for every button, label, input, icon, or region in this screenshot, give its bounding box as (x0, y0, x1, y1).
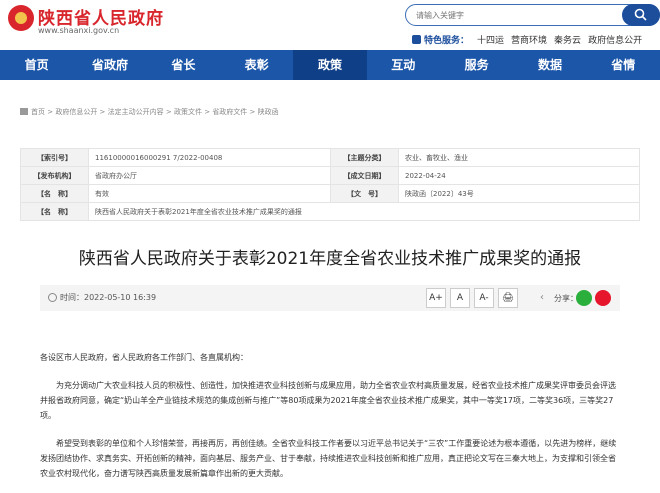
nav-province-info[interactable]: 省情 (587, 50, 660, 80)
meta-value: 2022-04-24 (398, 166, 640, 185)
breadcrumb-shaanzhenghan[interactable]: 陕政函 (258, 108, 279, 116)
nav-policy[interactable]: 政策 (293, 50, 367, 80)
search-box (405, 4, 660, 26)
search-icon (634, 8, 647, 21)
article-paragraph: 各设区市人民政府，省人民政府各工作部门、各直属机构： (40, 353, 248, 362)
meta-value: 农业、畜牧业、渔业 (398, 148, 640, 167)
search-input[interactable] (416, 8, 616, 23)
meta-key: 【名 称】 (20, 202, 89, 221)
breadcrumb: 首页 > 政府信息公开 > 法定主动公开内容 > 政策文件 > 省政府文件 > … (20, 107, 279, 117)
meta-value: 陕政函〔2022〕43号 (398, 184, 640, 203)
service-icon (412, 35, 421, 44)
share-icon: ‹ (540, 292, 544, 303)
quick-link-gov-info[interactable]: 政府信息公开 (588, 36, 642, 46)
meta-value: 有效 (88, 184, 331, 203)
article-paragraph: 希望受到表彰的单位和个人珍惜荣誉，再接再厉，再创佳绩。全省农业科技工作者要以习近… (40, 439, 617, 478)
meta-key: 【索引号】 (20, 148, 89, 167)
meta-value: 陕西省人民政府关于表彰2021年度全省农业技术推广成果奖的通报 (88, 202, 640, 221)
nav-governor[interactable]: 省长 (147, 50, 220, 80)
meta-row: 【发布机构】 省政府办公厅 【成文日期】 2022-04-24 (20, 166, 640, 185)
quick-link-qinwuyun[interactable]: 秦务云 (554, 36, 581, 46)
meta-row: 【索引号】 11610000016000291 7/2022-00408 【主题… (20, 148, 640, 167)
meta-value: 11610000016000291 7/2022-00408 (88, 148, 331, 167)
share-label: 分享： (554, 294, 578, 303)
document-meta-table: 【索引号】 11610000016000291 7/2022-00408 【主题… (20, 148, 640, 221)
search-button[interactable] (622, 4, 660, 26)
national-emblem-icon (8, 5, 34, 31)
site-url: www.shaanxi.gov.cn (38, 26, 120, 35)
meta-key: 【文 号】 (330, 184, 399, 203)
weibo-icon[interactable] (595, 290, 611, 306)
meta-key: 【名 称】 (20, 184, 89, 203)
meta-row: 【名 称】 陕西省人民政府关于表彰2021年度全省农业技术推广成果奖的通报 (20, 202, 640, 221)
home-icon (20, 108, 28, 115)
wechat-icon[interactable] (576, 290, 592, 306)
print-button[interactable]: 🖨 (498, 288, 518, 308)
meta-value: 省政府办公厅 (88, 166, 331, 185)
meta-key: 【主题分类】 (330, 148, 399, 167)
breadcrumb-home[interactable]: 首页 (31, 108, 45, 116)
article-paragraph: 为充分调动广大农业科技人员的积极性、创造性，加快推进农业科技创新与成果应用，助力… (40, 381, 616, 420)
quick-link-business-env[interactable]: 营商环境 (511, 36, 547, 46)
main-nav: 首页 省政府 省长 表彰 政策 互动 服务 数据 省情 (0, 50, 660, 80)
article-info-bar: 时间：2022-05-10 16:39 A+ A A- 🖨 ‹ 分享： (40, 285, 620, 311)
nav-interaction[interactable]: 互动 (367, 50, 440, 80)
meta-row: 【名 称】 有效 【文 号】 陕政函〔2022〕43号 (20, 184, 640, 203)
meta-key: 【成文日期】 (330, 166, 399, 185)
breadcrumb-policy-docs[interactable]: 政策文件 (174, 108, 202, 116)
article-title: 陕西省人民政府关于表彰2021年度全省农业技术推广成果奖的通报 (78, 249, 582, 269)
nav-data[interactable]: 数据 (513, 50, 586, 80)
font-normal-button[interactable]: A (450, 288, 470, 308)
clock-icon (48, 293, 57, 302)
nav-home[interactable]: 首页 (0, 50, 73, 80)
breadcrumb-active-disclosure[interactable]: 法定主动公开内容 (108, 108, 164, 116)
font-increase-button[interactable]: A+ (426, 288, 446, 308)
quick-links-label: 特色服务： (424, 36, 470, 46)
publish-time: 时间：2022-05-10 16:39 (60, 293, 157, 302)
nav-commendation[interactable]: 表彰 (220, 50, 293, 80)
breadcrumb-gov-info[interactable]: 政府信息公开 (55, 108, 97, 116)
site-header: 陕西省人民政府 www.shaanxi.gov.cn 特色服务：十四运营商环境秦… (0, 0, 660, 50)
nav-service[interactable]: 服务 (440, 50, 513, 80)
nav-government[interactable]: 省政府 (73, 50, 146, 80)
meta-key: 【发布机构】 (20, 166, 89, 185)
font-decrease-button[interactable]: A- (474, 288, 494, 308)
breadcrumb-gov-docs[interactable]: 省政府文件 (212, 108, 247, 116)
quick-links: 特色服务： 十四运 营商环境 秦务云 政府信息公开 (412, 33, 649, 46)
quick-link-shisiyun[interactable]: 十四运 (477, 36, 504, 46)
